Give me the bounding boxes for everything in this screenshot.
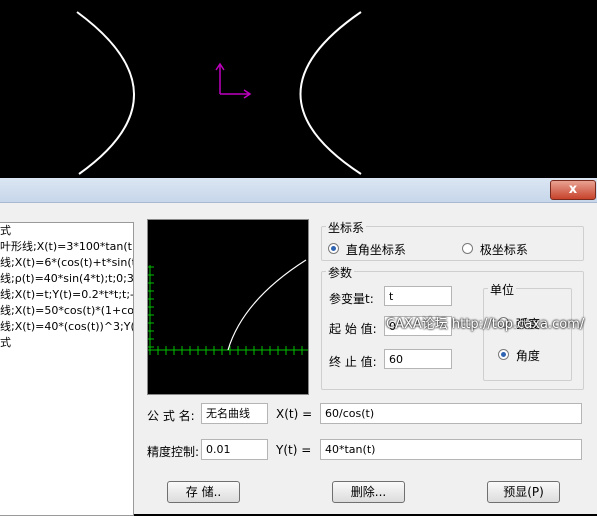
end-value-label: 终 止 值:	[329, 355, 377, 369]
precision-label: 精度控制:	[147, 445, 200, 459]
preview-curve	[227, 259, 307, 351]
list-item[interactable]: 线;ρ(t)=40*sin(4*t);t;0;36	[0, 271, 133, 287]
preview-button[interactable]: 预显(P)	[487, 481, 560, 503]
list-item[interactable]: 式	[0, 335, 11, 351]
list-item[interactable]: 线;X(t)=6*(cos(t)+t*sin(t)	[0, 255, 133, 271]
close-button[interactable]: x	[550, 180, 596, 200]
unit-title: 单位	[488, 281, 517, 298]
delete-button[interactable]: 删除...	[332, 481, 405, 503]
forum-watermark: CAXA论坛 http://top.caxa.com/	[386, 317, 585, 332]
coordinate-axis-icon	[215, 62, 252, 99]
list-item[interactable]: 式	[0, 223, 11, 239]
curve-preview	[147, 219, 309, 395]
formula-curve-dialog: x 式 叶形线;X(t)=3*100*tan(t) 线;X(t)=6*(cos(…	[0, 178, 597, 516]
unit-group: 单位 弧度 角度	[483, 281, 572, 381]
save-button[interactable]: 存 储..	[167, 481, 240, 503]
radio-unselected-icon	[462, 243, 473, 254]
x-formula-label: X(t) =	[276, 407, 313, 421]
radio-selected-icon	[498, 349, 509, 360]
dialog-titlebar[interactable]: x	[0, 178, 597, 203]
preview-canvas	[148, 259, 308, 355]
viewport-canvas	[76, 11, 362, 175]
end-value-input[interactable]: 60	[384, 349, 452, 369]
formula-name-input[interactable]: 无名曲线	[201, 403, 268, 424]
y-formula-input[interactable]: 40*tan(t)	[320, 439, 582, 460]
precision-input[interactable]: 0.01	[201, 439, 268, 460]
params-title: 参数	[326, 264, 355, 281]
close-icon: x	[568, 182, 578, 197]
list-item[interactable]: 线;X(t)=40*(cos(t))^3;Y(t	[0, 319, 133, 335]
degree-radio[interactable]: 角度	[498, 347, 540, 364]
formula-list[interactable]: 式 叶形线;X(t)=3*100*tan(t) 线;X(t)=6*(cos(t)…	[0, 222, 134, 516]
y-formula-label: Y(t) =	[276, 443, 312, 457]
list-item[interactable]: 叶形线;X(t)=3*100*tan(t)	[0, 239, 133, 255]
formula-name-label: 公 式 名:	[147, 409, 195, 423]
cartesian-radio[interactable]: 直角坐标系	[328, 241, 406, 258]
polar-label: 极坐标系	[479, 243, 528, 257]
list-item[interactable]: 线;X(t)=50*cos(t)*(1+cos	[0, 303, 133, 319]
coord-system-title: 坐标系	[326, 219, 367, 236]
start-value-label: 起 始 值:	[329, 322, 377, 336]
param-var-input[interactable]: t	[384, 286, 452, 306]
hyperbola-right-branch	[299, 11, 362, 175]
hyperbola-left-branch	[76, 11, 135, 175]
coord-system-group: 坐标系 直角坐标系 极坐标系	[321, 219, 584, 261]
list-item[interactable]: 线;X(t)=t;Y(t)=0.2*t*t;t;-	[0, 287, 133, 303]
drawing-viewport[interactable]	[0, 0, 597, 178]
radio-selected-icon	[328, 243, 339, 254]
degree-label: 角度	[515, 349, 540, 363]
param-var-label: 参变量t:	[329, 292, 374, 306]
polar-radio[interactable]: 极坐标系	[462, 241, 528, 258]
cartesian-label: 直角坐标系	[345, 243, 406, 257]
x-formula-input[interactable]: 60/cos(t)	[320, 403, 582, 424]
